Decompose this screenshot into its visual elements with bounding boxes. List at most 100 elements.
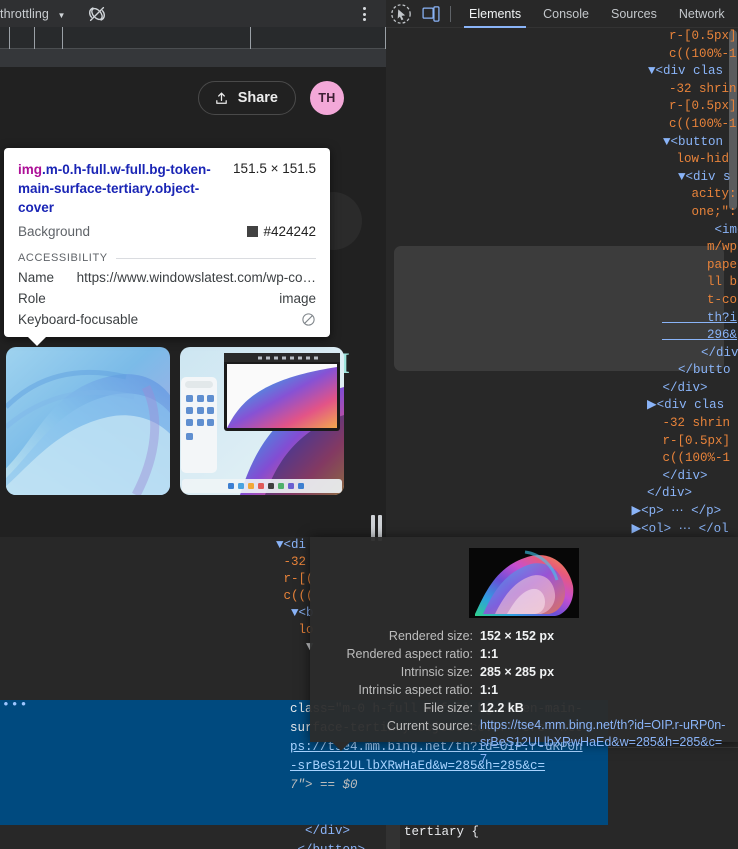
image-info-key: File size: <box>320 699 480 717</box>
color-swatch-icon <box>247 226 258 237</box>
dom-line: -32 <box>276 555 306 569</box>
throttling-label: throttling <box>0 7 49 21</box>
tab-network[interactable]: Network <box>668 0 736 28</box>
inspect-tag-name: img <box>18 162 42 177</box>
image-info-value: 1:1 <box>480 645 498 663</box>
accessibility-row-role: Role image <box>18 291 316 306</box>
image-thumbnail-list <box>6 347 344 495</box>
dom-closing-tags: </div> </button> <box>290 822 365 849</box>
a11y-name-label: Name <box>18 270 54 285</box>
image-info-source-url: https://tse4.mm.bing.net/th?id=OIP.r-uRP… <box>480 717 728 768</box>
a11y-name-value: https://www.windowslatest.com/wp-co… <box>77 270 316 285</box>
image-info-value: 152 × 152 px <box>480 627 554 645</box>
dom-line: m/wp <box>386 239 738 257</box>
inspect-background-hex: #424242 <box>263 224 316 239</box>
inspect-class-list: .m-0.h-full.w-full.bg-token-main-surface… <box>18 162 211 215</box>
dom-line[interactable]: ▼<div s <box>386 169 738 187</box>
image-info-value: 12.2 kB <box>480 699 524 717</box>
dom-line[interactable]: ▶<ol> ⋯ </ol <box>386 521 738 538</box>
accessibility-section-header: ACCESSIBILITY <box>18 252 316 264</box>
a11y-keyboard-label: Keyboard-focusable <box>18 312 138 327</box>
network-waterfall-header <box>0 27 386 49</box>
dom-line[interactable]: ▼<div clas <box>386 63 738 81</box>
accessibility-row-keyboard: Keyboard-focusable <box>18 312 316 327</box>
avatar[interactable]: TH <box>310 81 344 115</box>
dom-line: pape <box>386 257 738 275</box>
devtools-screenshot-root: throttling ▼ <box>0 0 738 849</box>
inspect-background-value: #424242 <box>247 224 316 239</box>
dom-line: -32 shrin <box>386 81 738 99</box>
dom-line[interactable]: 296& <box>386 327 738 345</box>
dom-line[interactable]: th?i <box>386 310 738 328</box>
dom-line[interactable]: <img <box>386 222 738 240</box>
image-info-key: Rendered size: <box>320 627 480 645</box>
image-info-value: 1:1 <box>480 681 498 699</box>
blue-abstract-wallpaper-thumbnail <box>6 347 170 495</box>
devtools-dom-tree[interactable]: r-[0.5px] c((100%-1 ▼<div clas -32 shrin… <box>386 28 738 538</box>
accessibility-header-label: ACCESSIBILITY <box>18 252 108 264</box>
inspect-element-icon <box>390 3 412 25</box>
throttling-dropdown[interactable]: throttling ▼ <box>0 7 66 21</box>
rainbow-abstract-image-preview <box>469 548 579 618</box>
dom-line: c((100%-1 <box>386 46 738 64</box>
tab-label: Console <box>543 7 589 21</box>
kebab-menu-icon[interactable] <box>356 5 372 23</box>
dom-line[interactable]: ▶<p> ⋯ </p> <box>386 503 738 521</box>
dom-line: -32 shrin <box>386 415 738 433</box>
dom-line: ▼<b <box>276 606 314 620</box>
tab-label: Elements <box>469 7 521 21</box>
image-info-key: Current source: <box>320 717 480 768</box>
devtools-tabbar: Elements Console Sources Network <box>386 0 738 28</box>
dom-line: lo <box>276 623 314 637</box>
a11y-role-value: image <box>279 291 316 306</box>
image-info-value: 285 × 285 px <box>480 663 554 681</box>
inspect-element-button[interactable] <box>386 0 416 28</box>
element-inspect-tooltip: img.m-0.h-full.w-full.bg-token-main-surf… <box>4 148 330 337</box>
dom-line: low-hid <box>386 151 738 169</box>
toggle-device-toolbar-button[interactable] <box>416 0 446 28</box>
image-info-row: Current source: https://tse4.mm.bing.net… <box>320 717 728 768</box>
dom-line: r-[0.5px] <box>386 98 738 116</box>
image-info-key: Rendered aspect ratio: <box>320 645 480 663</box>
dom-line: c((100%-1 <box>386 116 738 134</box>
collapsed-content-ellipsis[interactable]: ••• <box>2 697 28 712</box>
tab-sources[interactable]: Sources <box>600 0 668 28</box>
dom-line: </div <box>386 345 738 363</box>
image-info-row: Rendered aspect ratio: 1:1 <box>320 645 728 663</box>
dom-line[interactable]: ▼<button <box>386 134 738 152</box>
thumbnail-blue-abstract-wallpaper[interactable] <box>6 347 170 495</box>
dom-line: ll b <box>386 274 738 292</box>
style-selector-line[interactable]: tertiary { <box>386 824 738 842</box>
dom-line: </butto <box>386 362 738 380</box>
not-allowed-icon <box>301 312 316 327</box>
dom-line: r-[0.5px] <box>386 28 738 46</box>
inspect-background-label: Background <box>18 224 90 239</box>
dom-line: r-[0.5px] <box>386 433 738 451</box>
dom-line: r-[( <box>276 572 314 586</box>
dom-line: </div> <box>290 824 350 838</box>
image-info-row: File size: 12.2 kB <box>320 699 728 717</box>
dom-line: acity: <box>386 186 738 204</box>
device-toolbar-icon <box>421 4 441 24</box>
toolbar-divider <box>450 6 451 22</box>
dom-line[interactable]: ▶<div clas <box>386 397 738 415</box>
tab-elements[interactable]: Elements <box>458 0 532 28</box>
inspect-tooltip-header: img.m-0.h-full.w-full.bg-token-main-surf… <box>18 160 316 217</box>
image-info-row: Intrinsic size: 285 × 285 px <box>320 663 728 681</box>
dom-line: </div> <box>386 380 738 398</box>
thumbnail-windows-desktop[interactable] <box>180 347 344 495</box>
a11y-role-label: Role <box>18 291 46 306</box>
inspect-dimensions: 151.5 × 151.5 <box>233 160 316 176</box>
image-info-row: Rendered size: 152 × 152 px <box>320 627 728 645</box>
share-button[interactable]: Share <box>198 81 296 115</box>
network-throttle-icon[interactable] <box>86 3 108 25</box>
divider-line <box>116 258 316 259</box>
dom-line: c((100%-1 <box>386 450 738 468</box>
network-waterfall-row <box>0 49 386 67</box>
dom-tree-left-code: ▼<di -32 r-[( c((( ▼<b lo ▼ <box>276 537 314 656</box>
tab-label: Sources <box>611 7 657 21</box>
tab-console[interactable]: Console <box>532 0 600 28</box>
inspect-selector: img.m-0.h-full.w-full.bg-token-main-surf… <box>18 160 225 217</box>
dom-line: </div> <box>386 485 738 503</box>
dom-line: ▼<di <box>276 538 306 552</box>
